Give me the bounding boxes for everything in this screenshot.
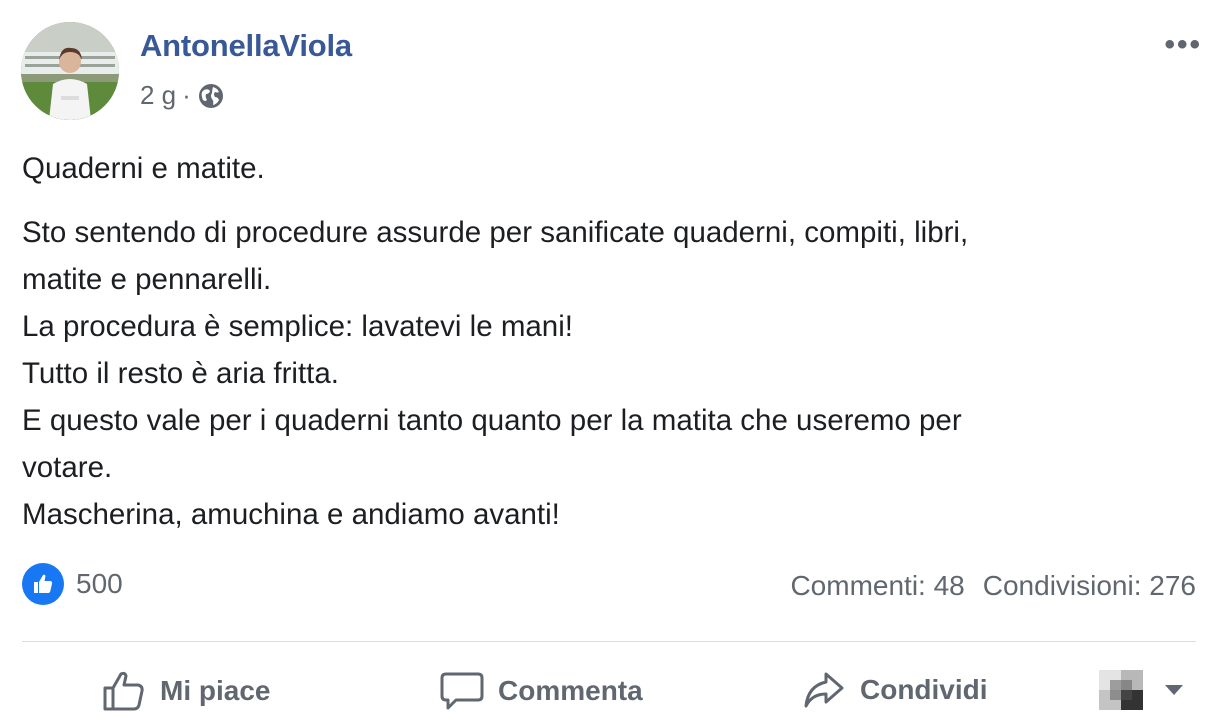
post-line: Mascherina, amuchina e andiamo avanti! — [22, 498, 560, 531]
post-title: Quaderni e matite. — [22, 152, 265, 185]
comments-count[interactable]: Commenti: 48 — [790, 570, 964, 602]
chevron-down-icon — [1165, 685, 1183, 695]
profile-avatar-icon — [1099, 670, 1143, 710]
post-time[interactable]: 2 g — [140, 80, 176, 111]
more-options-icon[interactable]: ••• — [1164, 28, 1202, 62]
comment-button[interactable]: Commenta — [440, 670, 643, 712]
post-line: Sto sentendo di procedure assurde per sa… — [22, 216, 969, 249]
reaction-as-selector[interactable] — [1099, 670, 1183, 710]
post-line: La procedura è semplice: lavatevi le man… — [22, 310, 573, 343]
globe-icon[interactable] — [197, 82, 225, 110]
post-body: Quaderni e matite. Sto sentendo di proce… — [22, 145, 1202, 538]
share-label: Condividi — [860, 674, 988, 705]
engagement-counts: Commenti: 48 Condivisioni: 276 — [790, 570, 1196, 602]
post-line: matite e pennarelli. — [22, 263, 272, 296]
share-icon — [804, 672, 844, 708]
like-label: Mi piace — [160, 675, 271, 706]
reactions-summary[interactable]: 500 — [22, 563, 123, 605]
like-button[interactable]: Mi piace — [102, 670, 270, 712]
like-icon — [22, 563, 64, 605]
meta-separator: · — [182, 80, 191, 110]
divider — [22, 641, 1196, 642]
share-button[interactable]: Condividi — [802, 670, 988, 710]
thumbs-up-icon — [103, 671, 144, 711]
post-line: E questo vale per i quaderni tanto quant… — [22, 404, 962, 437]
post-meta: 2 g · — [140, 80, 225, 111]
comment-icon — [440, 672, 484, 710]
action-bar: Mi piace Commenta Condividi — [22, 662, 1196, 722]
reaction-count: 500 — [76, 568, 123, 599]
shares-count[interactable]: Condivisioni: 276 — [983, 570, 1196, 602]
author-avatar[interactable] — [21, 22, 119, 120]
post-line: votare. — [22, 451, 113, 484]
post-line: Tutto il resto è aria fritta. — [22, 357, 339, 390]
author-name[interactable]: AntonellaViola — [140, 28, 352, 64]
comment-label: Commenta — [498, 675, 643, 706]
